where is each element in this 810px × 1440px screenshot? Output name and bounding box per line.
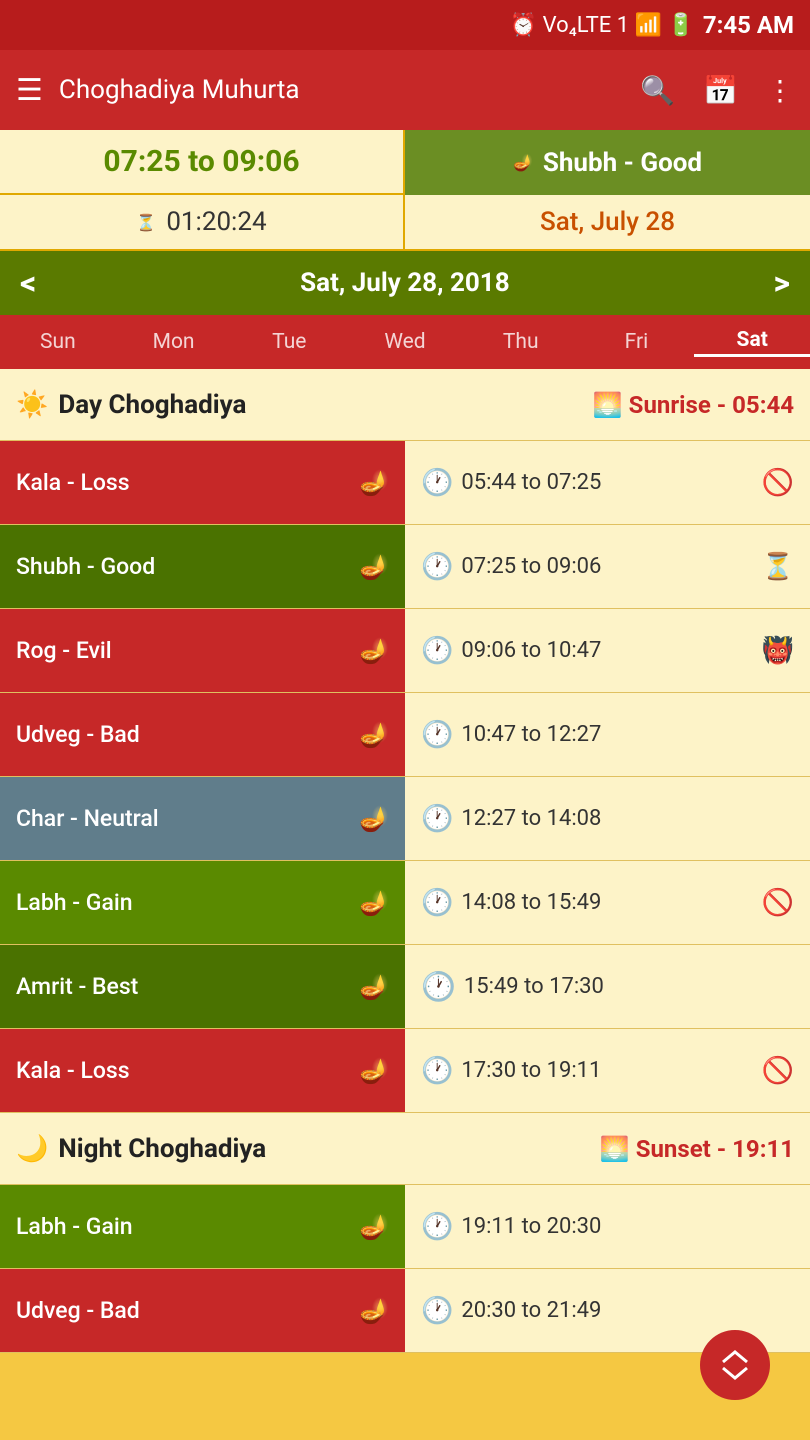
status-time: 7:45 AM — [703, 11, 794, 39]
loss-icon: 🚫 — [762, 888, 794, 918]
diya-icon: 🪔 — [359, 553, 389, 581]
table-row: Rog - Evil 🪔 🕐 09:06 to 10:47 👹 — [0, 609, 810, 693]
header-status: 🪔 Shubh - Good — [405, 130, 810, 195]
kala-loss-1: Kala - Loss 🪔 — [0, 441, 405, 524]
table-row: Labh - Gain 🪔 🕐 14:08 to 15:49 🚫 — [0, 861, 810, 945]
sunrise-label: 🌅 Sunrise - 05:44 — [593, 391, 794, 419]
diya-icon: 🪔 — [359, 637, 389, 665]
diya-icon: 🪔 — [359, 973, 389, 1001]
clock-pink-icon: 🕐 — [421, 970, 456, 1003]
rog-time: 🕐 09:06 to 10:47 👹 — [405, 609, 810, 692]
nav-bar: < Sat, July 28, 2018 > — [0, 251, 810, 315]
countdown-value: 01:20:24 — [166, 207, 266, 237]
evil-icon: 👹 — [762, 636, 794, 666]
hourglass-icon: ⏳ — [136, 213, 156, 232]
current-time-range: 07:25 to 09:06 — [16, 144, 387, 179]
calendar-icon[interactable]: 📅 — [703, 74, 738, 107]
day-mon[interactable]: Mon — [116, 330, 232, 354]
clock-icon: 🕐 — [421, 1212, 453, 1242]
status-icons: ⏰ Vo₄LTE 1 📶 🔋 — [510, 13, 695, 38]
header-date: Sat, July 28 — [405, 195, 810, 249]
day-sun[interactable]: Sun — [0, 330, 116, 354]
amrit-time: 🕐 15:49 to 17:30 — [405, 945, 810, 1028]
kala-time-2: 🕐 17:30 to 19:11 🚫 — [405, 1029, 810, 1112]
nav-date-title: Sat, July 28, 2018 — [56, 268, 753, 298]
day-tue[interactable]: Tue — [231, 330, 347, 354]
table-row: Kala - Loss 🪔 🕐 05:44 to 07:25 🚫 — [0, 441, 810, 525]
day-fri[interactable]: Fri — [579, 330, 695, 354]
udveg-bad-night: Udveg - Bad 🪔 — [0, 1269, 405, 1352]
clock-icon: 🕐 — [421, 1056, 453, 1086]
table-row: Char - Neutral 🪔 🕐 12:27 to 14:08 — [0, 777, 810, 861]
table-row: Shubh - Good 🪔 🕐 07:25 to 09:06 ⏳ — [0, 525, 810, 609]
labh-time-night: 🕐 19:11 to 20:30 — [405, 1185, 810, 1268]
loss-icon: 🚫 — [762, 468, 794, 498]
search-icon[interactable]: 🔍 — [640, 74, 675, 107]
rog-evil: Rog - Evil 🪔 — [0, 609, 405, 692]
menu-icon[interactable]: ☰ — [16, 73, 43, 108]
day-thu[interactable]: Thu — [463, 330, 579, 354]
next-button[interactable]: > — [753, 264, 810, 302]
sunset-icon: 🌅 — [600, 1135, 630, 1163]
scroll-fab[interactable] — [700, 1330, 770, 1400]
clock-icon: 🕐 — [421, 468, 453, 498]
more-icon[interactable]: ⋮ — [766, 74, 794, 107]
header-time-range: 07:25 to 09:06 — [0, 130, 405, 195]
char-time: 🕐 12:27 to 14:08 — [405, 777, 810, 860]
diya-icon: 🪔 — [359, 469, 389, 497]
table-row: Kala - Loss 🪔 🕐 17:30 to 19:11 🚫 — [0, 1029, 810, 1113]
clock-icon: 🕐 — [421, 888, 453, 918]
table-row: Labh - Gain 🪔 🕐 19:11 to 20:30 — [0, 1185, 810, 1269]
sun-icon: ☀️ — [16, 390, 48, 420]
status-bar: ⏰ Vo₄LTE 1 📶 🔋 7:45 AM — [0, 0, 810, 50]
hourglass-icon: ⏳ — [762, 552, 794, 582]
sunset-label: 🌅 Sunset - 19:11 — [600, 1135, 794, 1163]
diya-icon: 🪔 — [359, 1213, 389, 1241]
udveg-bad: Udveg - Bad 🪔 — [0, 693, 405, 776]
loss-icon: 🚫 — [762, 1056, 794, 1086]
diya-icon: 🪔 — [359, 1297, 389, 1325]
diya-icon: 🪔 — [359, 889, 389, 917]
day-section-header: ☀️ Day Choghadiya 🌅 Sunrise - 05:44 — [0, 369, 810, 441]
header-info: 07:25 to 09:06 🪔 Shubh - Good ⏳ 01:20:24… — [0, 130, 810, 251]
shubh-good: Shubh - Good 🪔 — [0, 525, 405, 608]
clock-icon: 🕐 — [421, 552, 453, 582]
labh-gain-night: Labh - Gain 🪔 — [0, 1185, 405, 1268]
clock-icon: 🕐 — [421, 804, 453, 834]
amrit-best: Amrit - Best 🪔 — [0, 945, 405, 1028]
status-label: Shubh - Good — [543, 148, 702, 178]
clock-icon: 🕐 — [421, 636, 453, 666]
sunrise-icon: 🌅 — [593, 391, 623, 419]
header-countdown: ⏳ 01:20:24 — [0, 195, 405, 249]
night-section-title: 🌙 Night Choghadiya — [16, 1134, 600, 1164]
udveg-time: 🕐 10:47 to 12:27 — [405, 693, 810, 776]
diya-icon: 🪔 — [359, 805, 389, 833]
chevron-updown-icon — [721, 1350, 749, 1380]
header-date-value: Sat, July 28 — [540, 207, 675, 237]
labh-time-1: 🕐 14:08 to 15:49 🚫 — [405, 861, 810, 944]
kala-loss-2: Kala - Loss 🪔 — [0, 1029, 405, 1112]
clock-icon: 🕐 — [421, 1296, 453, 1326]
night-section-header: 🌙 Night Choghadiya 🌅 Sunset - 19:11 — [0, 1113, 810, 1185]
diya-icon: 🪔 — [359, 721, 389, 749]
day-wed[interactable]: Wed — [347, 330, 463, 354]
table-row: Udveg - Bad 🪔 🕐 10:47 to 12:27 — [0, 693, 810, 777]
table-row: Amrit - Best 🪔 🕐 15:49 to 17:30 — [0, 945, 810, 1029]
top-bar: ☰ Choghadiya Muhurta 🔍 📅 ⋮ — [0, 50, 810, 130]
clock-icon: 🕐 — [421, 720, 453, 750]
day-section-title: ☀️ Day Choghadiya — [16, 390, 593, 420]
prev-button[interactable]: < — [0, 264, 56, 302]
moon-icon: 🌙 — [16, 1134, 48, 1164]
day-sat[interactable]: Sat — [694, 328, 810, 357]
diya-icon: 🪔 — [513, 153, 533, 172]
shubh-time: 🕐 07:25 to 09:06 ⏳ — [405, 525, 810, 608]
days-row: Sun Mon Tue Wed Thu Fri Sat — [0, 315, 810, 369]
kala-time-1: 🕐 05:44 to 07:25 🚫 — [405, 441, 810, 524]
diya-icon: 🪔 — [359, 1057, 389, 1085]
labh-gain-1: Labh - Gain 🪔 — [0, 861, 405, 944]
char-neutral: Char - Neutral 🪔 — [0, 777, 405, 860]
app-title: Choghadiya Muhurta — [59, 75, 612, 105]
table-row: Udveg - Bad 🪔 🕐 20:30 to 21:49 — [0, 1269, 810, 1353]
